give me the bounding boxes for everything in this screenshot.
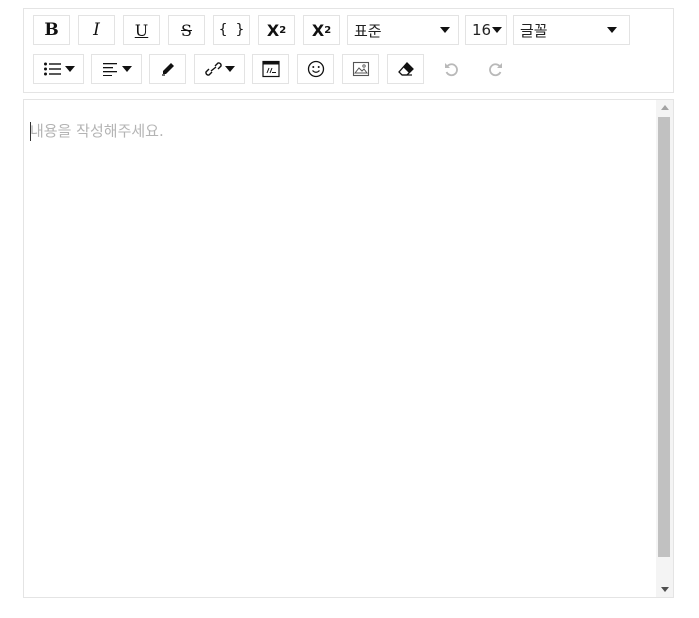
strikethrough-button[interactable]: S	[168, 15, 205, 45]
scroll-down-icon[interactable]	[661, 587, 669, 592]
scroll-thumb[interactable]	[658, 117, 670, 557]
redo-button[interactable]	[477, 54, 514, 84]
editor-content-area[interactable]: 내용을 작성해주세요.	[23, 99, 674, 598]
link-icon	[204, 62, 222, 76]
code-view-button[interactable]	[252, 54, 289, 84]
font-size-select[interactable]: 16	[465, 15, 507, 45]
rich-text-editor: B I U S { } X2 X2 표준 16 글꼴 내용을 작성해주세요.	[23, 8, 674, 598]
chevron-down-icon	[64, 66, 75, 72]
scroll-up-icon[interactable]	[661, 105, 669, 110]
eraser-icon	[397, 62, 414, 76]
toolbar: B I U S { } X2 X2 표준 16 글꼴	[23, 8, 674, 93]
align-dropdown-button[interactable]	[91, 54, 142, 84]
text-color-button[interactable]	[149, 54, 186, 84]
paragraph-style-value: 표준	[354, 21, 382, 40]
bold-button[interactable]: B	[33, 15, 70, 45]
align-left-icon	[102, 63, 117, 76]
chevron-down-icon	[607, 27, 617, 33]
image-icon	[352, 61, 369, 77]
link-dropdown-button[interactable]	[194, 54, 245, 84]
pen-icon	[161, 63, 174, 76]
underline-button[interactable]: U	[123, 15, 160, 45]
font-family-value: 글꼴	[520, 21, 548, 40]
undo-button[interactable]	[432, 54, 469, 84]
font-size-value: 16	[472, 21, 492, 39]
code-block-button[interactable]: { }	[213, 15, 250, 45]
list-icon	[43, 62, 61, 76]
clear-format-button[interactable]	[387, 54, 424, 84]
vertical-scrollbar[interactable]	[656, 100, 673, 597]
emoji-button[interactable]	[297, 54, 334, 84]
redo-icon	[488, 63, 502, 77]
superscript-button[interactable]: X2	[258, 15, 295, 45]
subscript-mark: 2	[324, 24, 332, 36]
editor-placeholder: 내용을 작성해주세요.	[30, 122, 164, 140]
paragraph-style-select[interactable]: 표준	[347, 15, 459, 45]
undo-icon	[444, 63, 458, 77]
superscript-letter: X	[266, 20, 280, 40]
list-dropdown-button[interactable]	[33, 54, 84, 84]
superscript-mark: 2	[279, 24, 287, 36]
italic-button[interactable]: I	[78, 15, 115, 45]
emoji-icon	[307, 60, 324, 78]
insert-image-button[interactable]	[342, 54, 379, 84]
chevron-down-icon	[492, 27, 502, 33]
font-family-select[interactable]: 글꼴	[513, 15, 630, 45]
chevron-down-icon	[224, 66, 235, 72]
chevron-down-icon	[440, 27, 450, 33]
subscript-button[interactable]: X2	[303, 15, 340, 45]
table-icon	[261, 60, 280, 78]
subscript-letter: X	[311, 20, 325, 40]
chevron-down-icon	[121, 66, 132, 72]
